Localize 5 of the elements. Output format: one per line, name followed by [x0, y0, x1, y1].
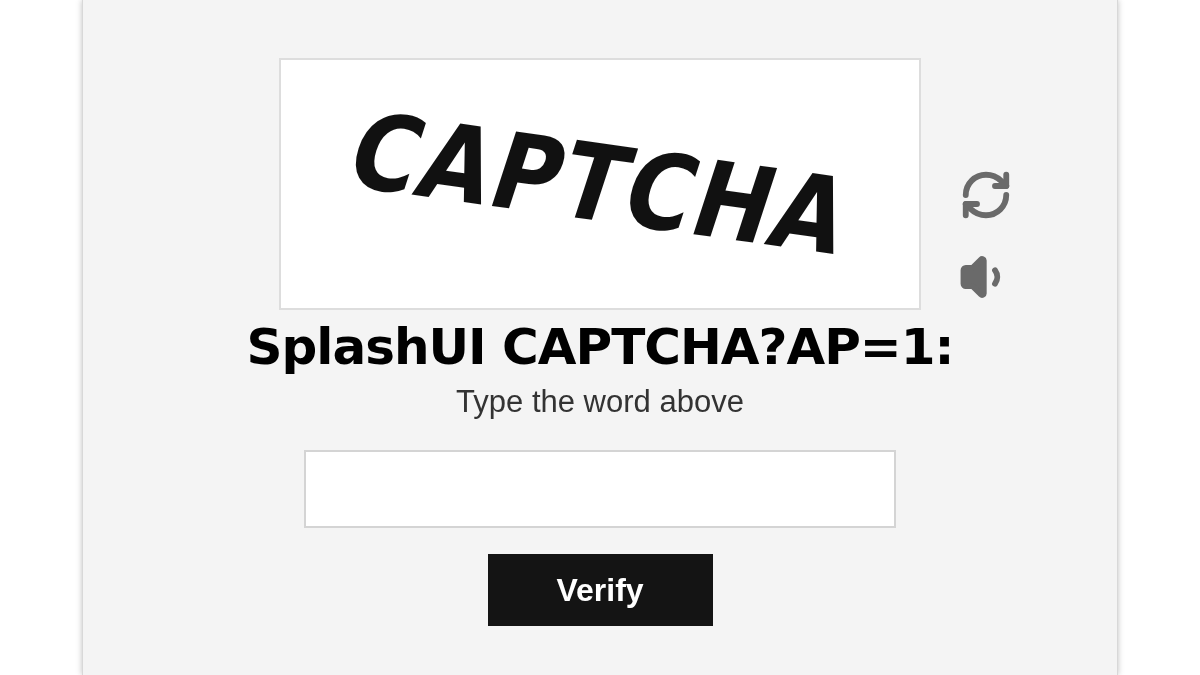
- captcha-text: CAPTCHA: [333, 89, 867, 279]
- verify-button[interactable]: Verify: [487, 554, 713, 626]
- title-text: SplashUI CAPTCHA?AP=1:: [246, 318, 954, 376]
- answer-field[interactable]: [304, 450, 896, 528]
- prompt-text: Type the word above: [456, 384, 744, 420]
